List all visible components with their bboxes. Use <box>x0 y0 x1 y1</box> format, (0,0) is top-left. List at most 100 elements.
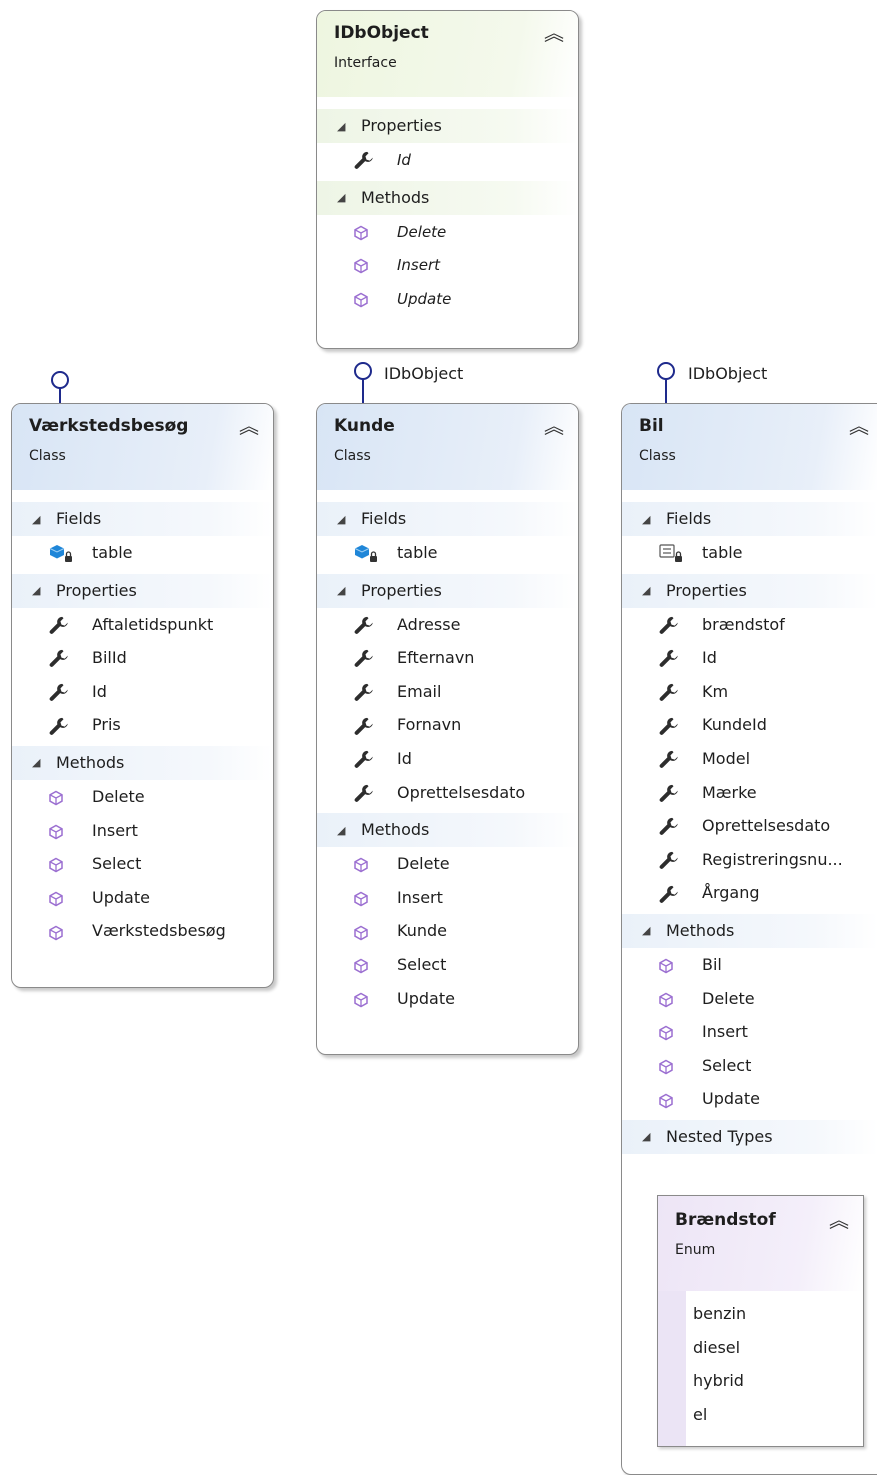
enum-value[interactable]: el <box>658 1398 863 1432</box>
expand-triangle-icon: ◢ <box>642 1130 651 1144</box>
expand-triangle-icon: ◢ <box>32 512 41 526</box>
wrench-icon <box>353 675 397 708</box>
bil-title: Bil <box>639 416 664 436</box>
kunde-header[interactable]: Kunde Class ︽ <box>317 404 578 490</box>
member-row[interactable]: Adresse <box>317 608 578 642</box>
section-header-properties[interactable]: ◢ Properties <box>622 573 877 608</box>
idbobject-kind: Interface <box>334 55 397 71</box>
member-row[interactable]: Delete <box>12 780 273 814</box>
expand-triangle-icon: ◢ <box>642 512 651 526</box>
section-header-properties[interactable]: ◢ Properties <box>317 573 578 608</box>
member-row[interactable]: table <box>622 536 877 570</box>
wrench-icon <box>658 843 702 876</box>
member-row[interactable]: Bil <box>622 948 877 982</box>
member-row[interactable]: BilId <box>12 641 273 675</box>
braendstof-header[interactable]: Brændstof Enum ︽ <box>658 1196 863 1291</box>
vaerkstedsbesog-kind: Class <box>29 448 66 464</box>
member-row[interactable]: table <box>317 536 578 570</box>
collapse-icon[interactable]: ︽ <box>544 17 564 46</box>
bil-header[interactable]: Bil Class ︽ <box>622 404 877 490</box>
expand-triangle-icon: ◢ <box>337 512 346 526</box>
collapse-icon[interactable]: ︽ <box>849 410 869 439</box>
kunde-kind: Class <box>334 448 371 464</box>
section-header-methods[interactable]: ◢ Methods <box>622 913 877 948</box>
section-header-fields[interactable]: ◢ Fields <box>622 502 877 536</box>
member-row[interactable]: Insert <box>622 1015 877 1049</box>
member-row[interactable]: Id <box>12 675 273 709</box>
kunde-class-box[interactable]: Kunde Class ︽ ◢ Fields table ◢ Properties … <box>316 403 579 1055</box>
wrench-icon <box>353 709 397 742</box>
braendstof-enum-box[interactable]: Brændstof Enum ︽ benzin diesel hybrid el <box>657 1195 864 1447</box>
wrench-icon <box>48 709 92 742</box>
idbobject-header[interactable]: IDbObject Interface ︽ <box>317 11 578 97</box>
method-icon <box>658 1049 702 1082</box>
member-row[interactable]: Delete <box>622 982 877 1016</box>
wrench-icon <box>658 675 702 708</box>
wrench-icon <box>353 743 397 776</box>
member-row[interactable]: brændstof <box>622 608 877 642</box>
member-row[interactable]: Model <box>622 742 877 776</box>
section-header-methods[interactable]: ◢ Methods <box>317 180 578 215</box>
member-row[interactable]: Update <box>622 1082 877 1116</box>
method-icon <box>353 949 397 982</box>
member-row[interactable]: KundeId <box>622 708 877 742</box>
section-header-methods[interactable]: ◢ Methods <box>12 745 273 780</box>
method-icon <box>48 814 92 847</box>
member-row[interactable]: Oprettelsesdato <box>317 776 578 810</box>
expand-triangle-icon: ◢ <box>337 119 346 133</box>
vaerkstedsbesog-class-box[interactable]: Værkstedsbesøg Class ︽ ◢ Fields table ◢ Pr… <box>11 403 274 988</box>
member-row[interactable]: Efternavn <box>317 641 578 675</box>
member-row[interactable]: Update <box>317 982 578 1016</box>
member-row[interactable]: Aftaletidspunkt <box>12 608 273 642</box>
member-row[interactable]: Insert <box>12 814 273 848</box>
vaerkstedsbesog-header[interactable]: Værkstedsbesøg Class ︽ <box>12 404 273 490</box>
member-row[interactable]: table <box>12 536 273 570</box>
member-row[interactable]: Update <box>317 282 578 316</box>
member-row[interactable]: Id <box>317 143 578 177</box>
member-row[interactable]: Årgang <box>622 876 877 910</box>
method-icon <box>353 881 397 914</box>
member-row[interactable]: Oprettelsesdato <box>622 809 877 843</box>
member-row[interactable]: Id <box>622 641 877 675</box>
member-row[interactable]: Select <box>12 847 273 881</box>
enum-value[interactable]: benzin <box>658 1297 863 1331</box>
member-row[interactable]: Delete <box>317 215 578 249</box>
member-row[interactable]: Select <box>317 948 578 982</box>
member-row[interactable]: Værkstedsbesøg <box>12 914 273 948</box>
section-header-methods[interactable]: ◢ Methods <box>317 813 578 848</box>
section-header-properties[interactable]: ◢ Properties <box>12 573 273 608</box>
member-row[interactable]: Kunde <box>317 914 578 948</box>
method-icon <box>658 982 702 1015</box>
section-header-nested-types[interactable]: ◢ Nested Types <box>622 1119 877 1154</box>
bil-interface-label: IDbObject <box>688 364 768 383</box>
wrench-icon <box>353 608 397 641</box>
member-row[interactable]: Insert <box>317 881 578 915</box>
collapse-icon[interactable]: ︽ <box>829 1204 849 1233</box>
expand-triangle-icon: ◢ <box>32 756 41 770</box>
member-row[interactable]: Fornavn <box>317 708 578 742</box>
enum-value[interactable]: diesel <box>658 1331 863 1365</box>
enum-value[interactable]: hybrid <box>658 1364 863 1398</box>
collapse-icon[interactable]: ︽ <box>239 410 259 439</box>
member-row[interactable]: Delete <box>317 847 578 881</box>
member-row[interactable]: Insert <box>317 248 578 282</box>
idbobject-interface-box[interactable]: IDbObject Interface ︽ ◢ Properties Id ◢ Me… <box>316 10 579 349</box>
member-row[interactable]: Update <box>12 881 273 915</box>
section-header-properties[interactable]: ◢ Properties <box>317 109 578 143</box>
member-row[interactable]: Id <box>317 742 578 776</box>
member-row[interactable]: Pris <box>12 708 273 742</box>
section-header-fields[interactable]: ◢ Fields <box>12 502 273 536</box>
member-row[interactable]: Registreringsnu... <box>622 843 877 877</box>
expand-triangle-icon: ◢ <box>337 823 346 837</box>
member-row[interactable]: Email <box>317 675 578 709</box>
method-icon <box>48 915 92 948</box>
method-icon <box>48 848 92 881</box>
wrench-icon <box>658 709 702 742</box>
section-header-fields[interactable]: ◢ Fields <box>317 502 578 536</box>
member-row[interactable]: Select <box>622 1049 877 1083</box>
kunde-body: ◢ Fields table ◢ Properties Adresse Eftern… <box>317 490 578 1015</box>
interface-lollipop-icon <box>657 362 675 404</box>
member-row[interactable]: Km <box>622 675 877 709</box>
collapse-icon[interactable]: ︽ <box>544 410 564 439</box>
member-row[interactable]: Mærke <box>622 776 877 810</box>
